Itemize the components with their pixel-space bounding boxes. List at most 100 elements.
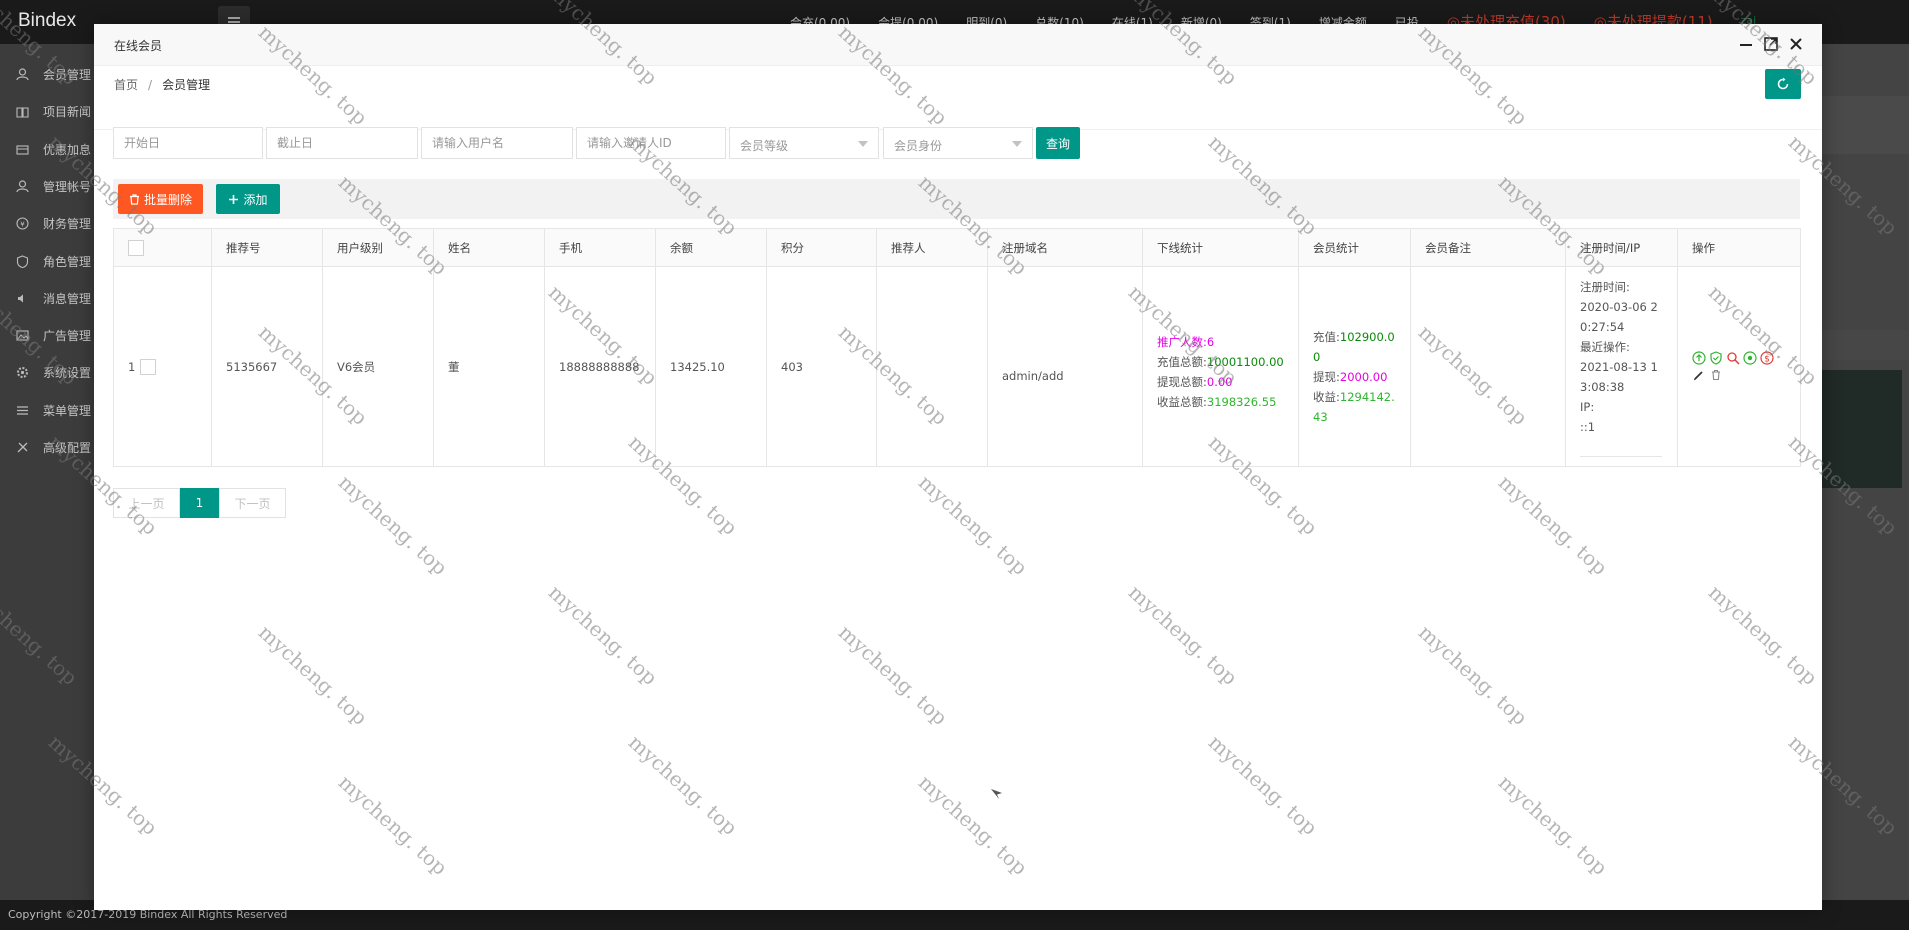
table-header-cell: 注册域名 — [987, 228, 1143, 267]
sidebar-item[interactable]: 项目新闻 — [0, 93, 94, 130]
sidebar-item[interactable]: 消息管理 — [0, 280, 94, 317]
minimize-icon[interactable] — [1738, 36, 1754, 52]
table-toolbar: 批量删除 添加 — [113, 179, 1800, 219]
sound-icon — [18, 294, 23, 303]
downline-income: 收益总额:3198326.55 — [1157, 392, 1284, 412]
sidebar-item[interactable]: 系统设置 — [0, 354, 94, 391]
table-header-cell: 下线统计 — [1142, 228, 1299, 267]
sidebar-item-label: 会员管理 — [43, 68, 92, 82]
gear-icon — [17, 367, 28, 379]
close-icon[interactable] — [1788, 36, 1804, 52]
book-icon — [16, 107, 29, 118]
card-icon — [16, 145, 29, 155]
breadcrumb-home[interactable]: 首页 — [114, 78, 138, 92]
table-header-cell: 姓名 — [433, 228, 545, 267]
table-header-cell: 推荐人 — [876, 228, 988, 267]
actions-cell: $ — [1677, 266, 1801, 467]
members-table: 推荐号 用户级别 姓名 手机 余额 积分 推荐人 注册域名 下线统计 会员统计 … — [113, 228, 1801, 467]
sidebar-item[interactable]: 角色管理 — [0, 243, 94, 280]
table-header-cell: 操作 — [1677, 228, 1801, 267]
referrer-cell — [876, 266, 988, 467]
sidebar-item[interactable]: 高级配置 — [0, 429, 94, 466]
downline-income-value: 3198326.55 — [1206, 394, 1277, 409]
sidebar-item-label: 财务管理 — [43, 217, 92, 232]
verify-shield-icon[interactable] — [1709, 351, 1723, 365]
search-icon[interactable] — [1726, 351, 1740, 365]
member-level-select[interactable]: 会员等级 — [729, 127, 879, 159]
table-header-cell: 注册时间/IP — [1565, 228, 1678, 267]
member-recharge: 充值:102900.00 — [1313, 327, 1396, 367]
downline-recharge: 充值总额:10001100.00 — [1157, 352, 1284, 372]
user-icon — [16, 68, 29, 81]
settings-icon[interactable] — [1743, 351, 1757, 365]
start-date-input[interactable] — [113, 127, 263, 159]
username-input[interactable] — [421, 127, 573, 159]
sidebar-item-label: 优惠加息 — [43, 142, 92, 157]
sidebar-item[interactable]: 会员管理 — [0, 56, 94, 93]
add-member-button[interactable]: 添加 — [216, 184, 280, 214]
edit-icon[interactable] — [1692, 368, 1706, 382]
remark-cell — [1410, 266, 1566, 467]
member-role-select-value: 会员身份 — [894, 139, 943, 153]
delete-icon[interactable] — [1709, 368, 1723, 382]
batch-delete-button[interactable]: 批量删除 — [118, 184, 203, 214]
sidebar-item[interactable]: ¥ 财务管理 — [0, 205, 94, 242]
add-label: 添加 — [243, 192, 268, 207]
end-date-input[interactable] — [266, 127, 418, 159]
breadcrumb: 首页 / 会员管理 — [114, 76, 210, 93]
maximize-icon[interactable] — [1763, 36, 1779, 52]
downline-promo-label: 推广人数: — [1157, 334, 1207, 349]
refresh-button[interactable] — [1765, 69, 1801, 99]
sidebar-item-label: 高级配置 — [43, 441, 92, 455]
name-cell: 董 — [433, 266, 545, 467]
downline-withdraw-value: 0.00 — [1206, 374, 1233, 389]
member-role-select[interactable]: 会员身份 — [883, 127, 1033, 159]
reg-time-value: 2020-03-06 20:27:54 — [1580, 299, 1658, 334]
balance-cell: 13425.10 — [655, 266, 767, 467]
last-op-label: 最近操作: — [1580, 339, 1630, 354]
table-header-cell: 手机 — [544, 228, 656, 267]
phone-cell: 18888888888 — [544, 266, 656, 467]
points-cell: 403 — [766, 266, 877, 467]
sidebar-item[interactable]: 优惠加息 — [0, 131, 94, 168]
next-page-button[interactable]: 下一页 — [219, 488, 286, 518]
domain-cell: admin/add — [987, 266, 1143, 467]
brand-logo[interactable]: Bindex — [18, 10, 76, 32]
sidebar-item[interactable]: 菜单管理 — [0, 392, 94, 429]
sidebar-item-label: 广告管理 — [43, 329, 92, 344]
table-header-cell: 推荐号 — [211, 228, 323, 267]
page-1-button[interactable]: 1 — [180, 488, 219, 518]
batch-delete-label: 批量删除 — [143, 192, 192, 207]
svg-text:¥: ¥ — [20, 221, 25, 229]
downline-promo-value: 6 — [1206, 334, 1215, 349]
level-cell: V6会员 — [322, 266, 434, 467]
table-header-cell: 会员备注 — [1410, 228, 1566, 267]
downline-withdraw: 提现总额:0.00 — [1157, 372, 1284, 392]
menu-icon — [17, 406, 28, 415]
refresh-icon — [1777, 77, 1789, 90]
query-button[interactable]: 查询 — [1036, 127, 1080, 159]
svg-text:$: $ — [1764, 355, 1770, 365]
select-all-checkbox[interactable] — [128, 239, 144, 256]
sidebar-item[interactable]: 广告管理 — [0, 317, 94, 354]
prev-page-button[interactable]: 上一页 — [113, 488, 180, 518]
upgrade-icon[interactable] — [1692, 351, 1706, 365]
member-level-select-value: 会员等级 — [740, 139, 789, 153]
breadcrumb-bar — [94, 66, 1822, 130]
member-withdraw: 提现:2000.00 — [1313, 367, 1396, 387]
last-op-value: 2021-08-13 13:08:38 — [1580, 359, 1658, 394]
member-stats-cell: 充值:102900.00 提现:2000.00 收益:1294142.43 — [1298, 266, 1411, 467]
table-header-cell: 余额 — [655, 228, 767, 267]
background-panel — [1822, 96, 1909, 154]
member-income: 收益:1294142.43 — [1313, 387, 1396, 427]
inviter-id-input[interactable] — [576, 127, 726, 159]
row-checkbox[interactable] — [140, 359, 157, 375]
sidebar: 会员管理项目新闻优惠加息管理帐号 ¥ 财务管理角色管理消息管理广告管理系统设置 菜单管… — [0, 44, 94, 904]
sidebar-item-label: 角色管理 — [43, 254, 92, 269]
sidebar-item[interactable]: 管理帐号 — [0, 168, 94, 205]
dollar-icon[interactable]: $ — [1760, 351, 1774, 365]
user-icon — [16, 180, 29, 193]
sidebar-item-label: 消息管理 — [43, 291, 92, 306]
trash-icon — [129, 193, 139, 205]
member-recharge-label: 充值: — [1313, 329, 1340, 344]
